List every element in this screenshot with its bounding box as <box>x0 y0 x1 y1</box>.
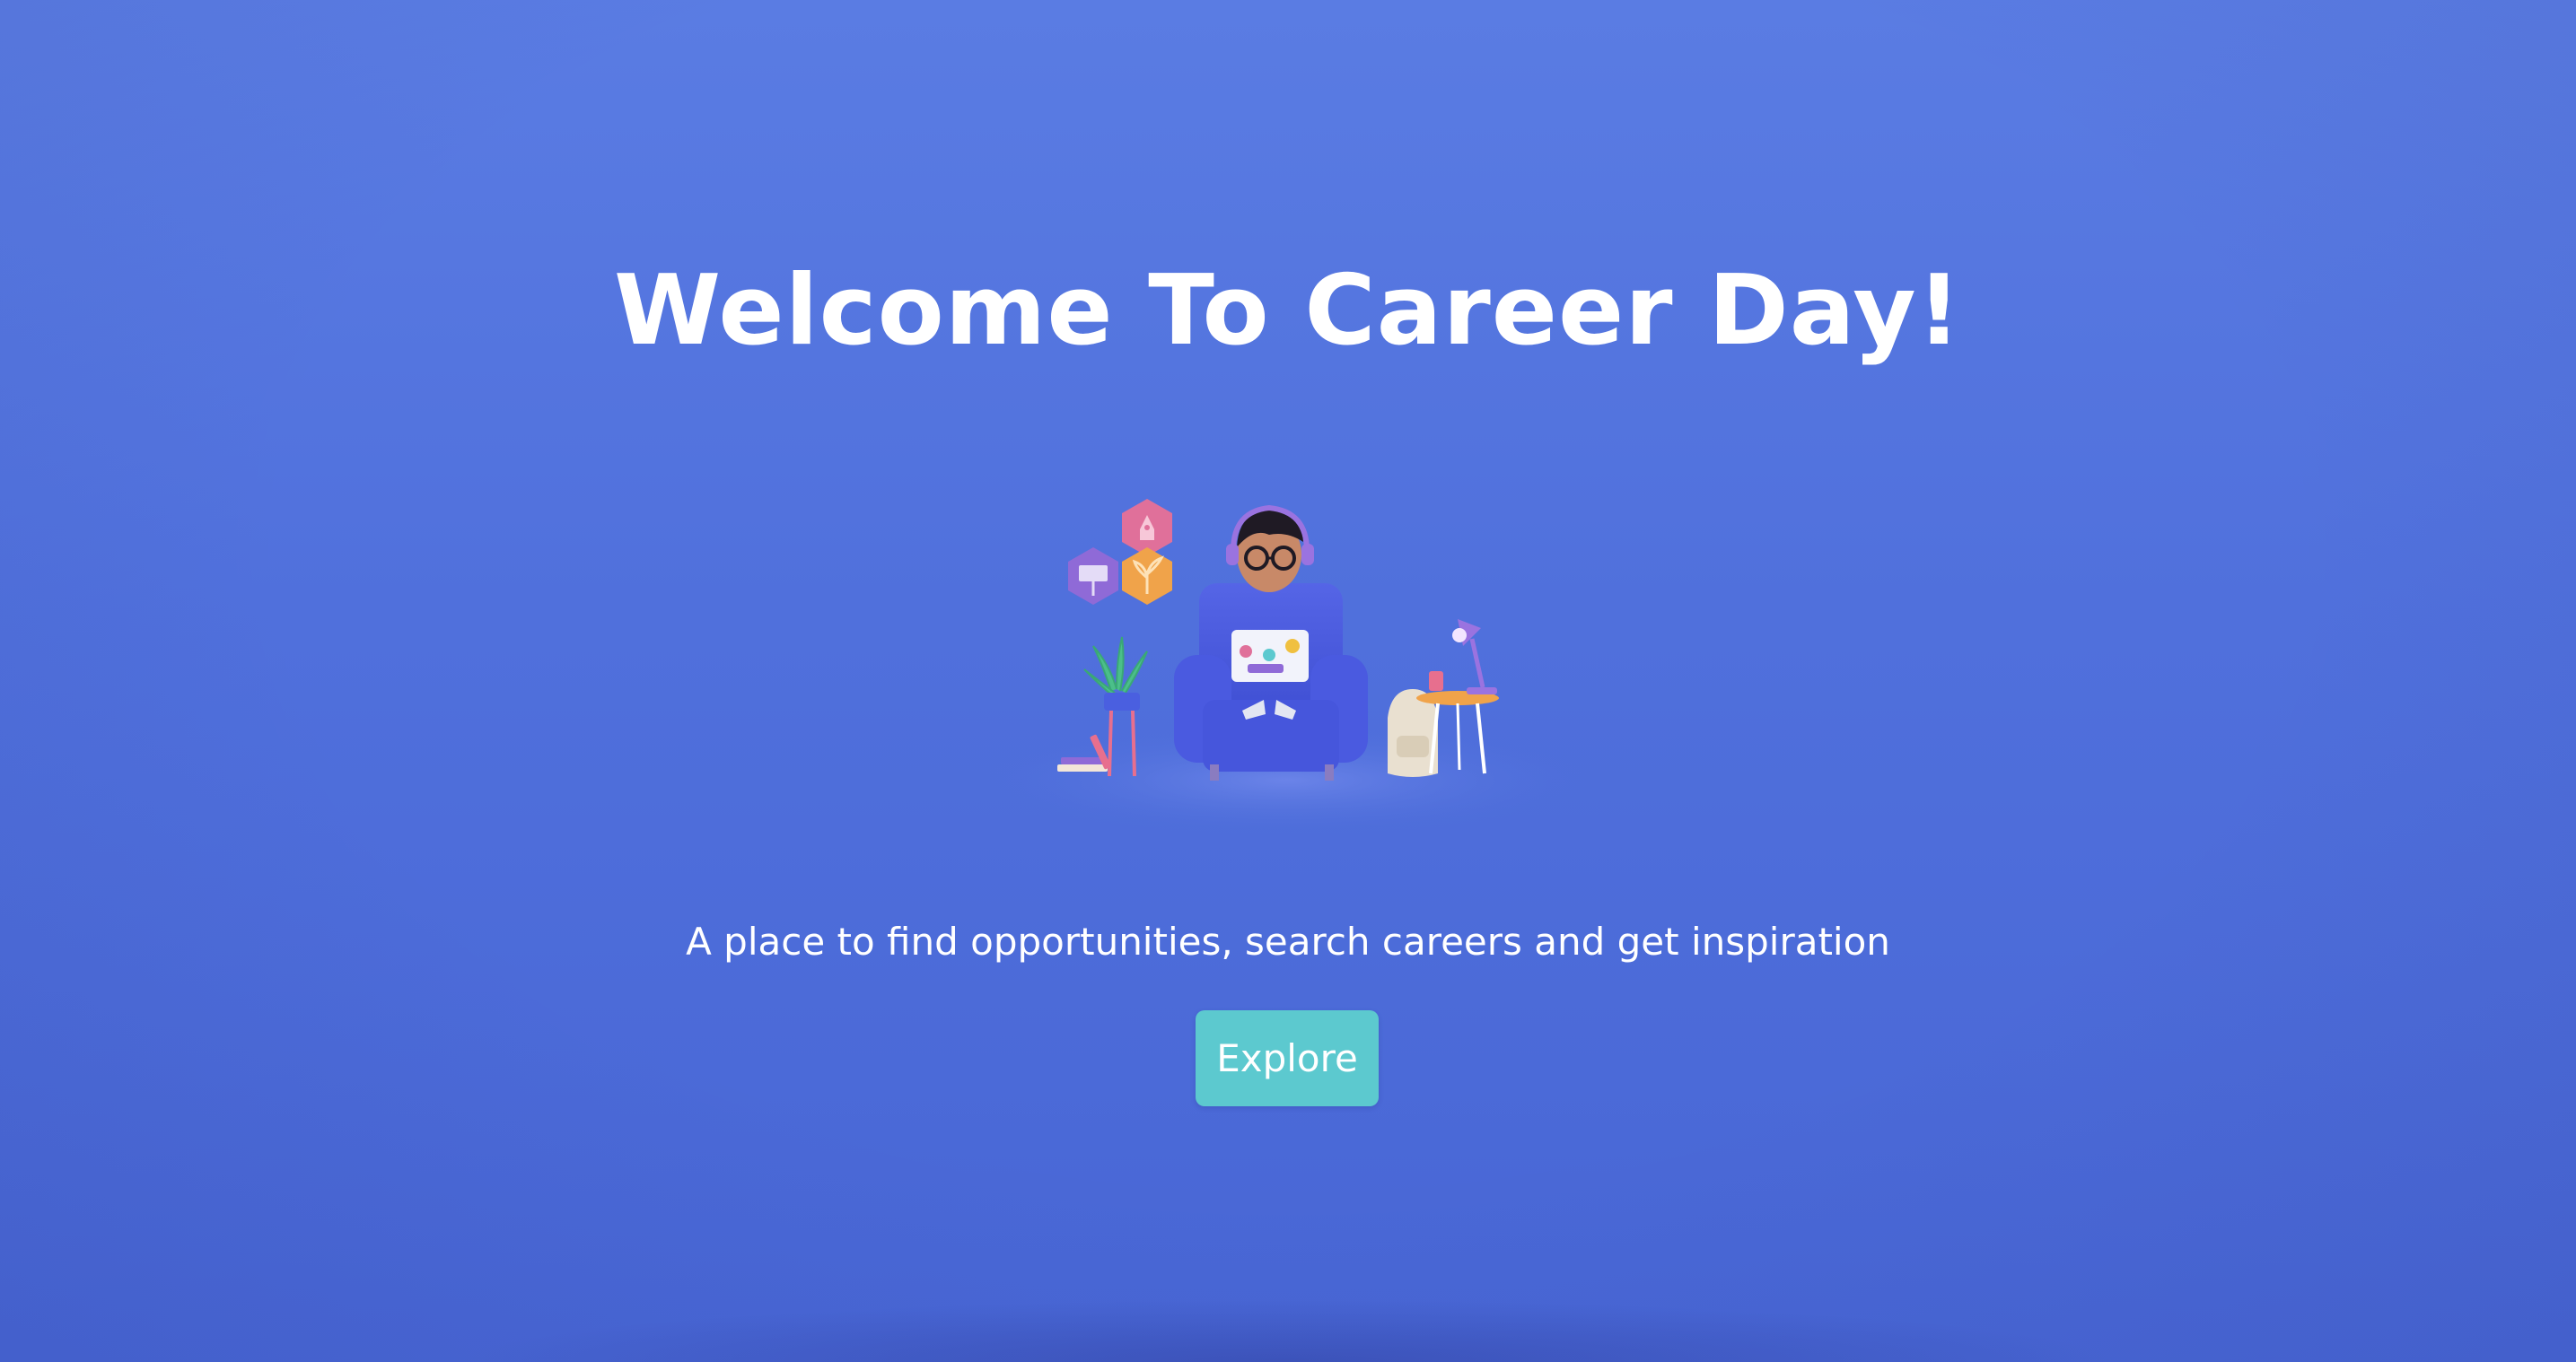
plant-badge-icon <box>1122 547 1172 605</box>
explore-button[interactable]: Explore <box>1196 1010 1379 1106</box>
page-title: Welcome To Career Day! <box>614 255 1962 367</box>
laptop-icon <box>1231 630 1309 682</box>
desk-lamp-icon <box>1452 619 1497 694</box>
page-subtitle: A place to find opportunities, search ca… <box>686 920 1890 964</box>
career-illustration <box>982 499 1592 834</box>
hero-section: Welcome To Career Day! A place to find o… <box>0 0 2576 1362</box>
presentation-badge-icon <box>1068 547 1118 605</box>
